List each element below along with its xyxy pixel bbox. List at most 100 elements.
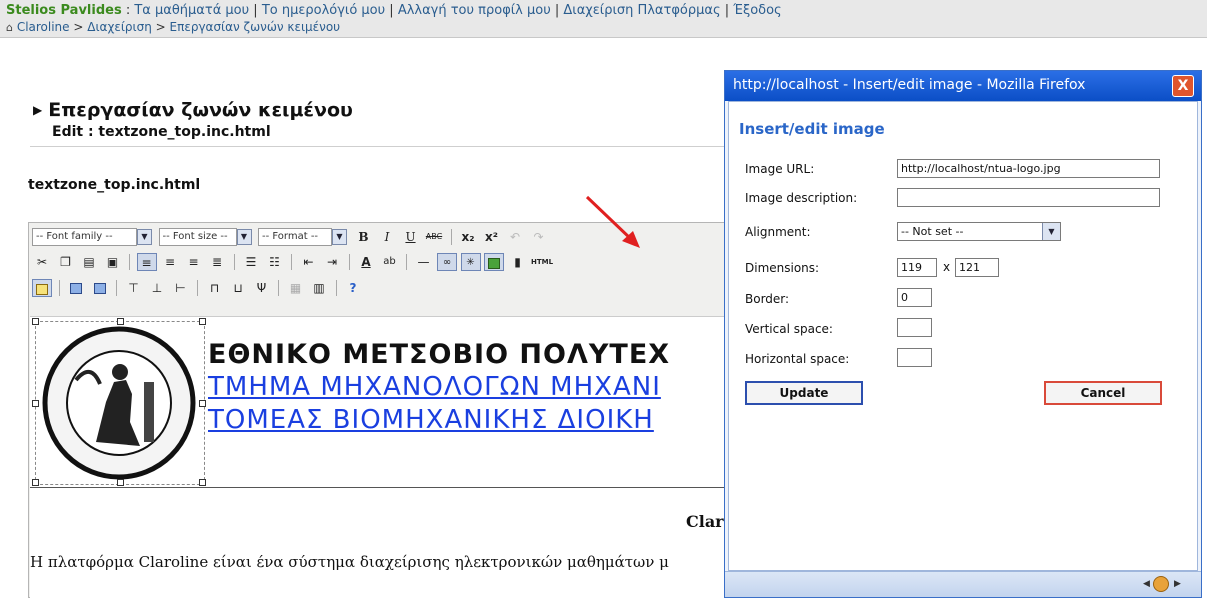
file-name: textzone_top.inc.html	[28, 177, 201, 193]
breadcrumb-admin[interactable]: Διαχείριση	[87, 20, 152, 34]
insert-col-after-icon[interactable]: ⊔	[228, 279, 248, 297]
align-center-button[interactable]: ≡	[160, 253, 180, 271]
superscript-button[interactable]: x²	[482, 228, 502, 246]
heading-department-link[interactable]: ΤΜΗΜΑ ΜΗΧΑΝΟΛΟΓΩΝ ΜΗΧΑΝΙ	[208, 372, 661, 402]
bold-button[interactable]: B	[354, 228, 374, 246]
bullet-list-button[interactable]: ☰	[241, 253, 261, 271]
font-family-dropdown[interactable]: ▼	[137, 229, 152, 245]
horizontal-space-label: Horizontal space:	[745, 352, 850, 366]
link-platform-admin[interactable]: Διαχείριση Πλατφόρμας	[563, 3, 720, 18]
insert-col-before-icon[interactable]: ⊓	[205, 279, 225, 297]
status-music-icon	[1153, 576, 1169, 592]
table-icon[interactable]	[66, 279, 86, 297]
align-right-button[interactable]: ≡	[184, 253, 204, 271]
breadcrumb: ⌂ Claroline > Διαχείριση > Επεργασίαν ζω…	[6, 20, 341, 34]
cancel-button[interactable]: Cancel	[1044, 381, 1162, 405]
resize-handle[interactable]	[199, 318, 206, 325]
numbered-list-button[interactable]: ☷	[265, 253, 285, 271]
user-links: Stelios Pavlides : Τα μαθήματά μου | Το …	[6, 3, 782, 18]
border-input[interactable]: 0	[897, 288, 932, 307]
vertical-space-input[interactable]	[897, 318, 932, 337]
paste-word-icon[interactable]: ▣	[103, 253, 123, 271]
cut-icon[interactable]: ✂	[32, 253, 52, 271]
insert-row-after-icon[interactable]: ⊥	[147, 279, 167, 297]
help-icon[interactable]: ?	[343, 279, 363, 297]
format-dropdown[interactable]: ▼	[332, 229, 347, 245]
font-size-select[interactable]: -- Font size --	[158, 228, 237, 246]
horizontal-rule-button[interactable]: —	[414, 253, 434, 271]
unlink-icon[interactable]: ✳	[460, 253, 481, 271]
delete-row-icon[interactable]: ⊢	[171, 279, 191, 297]
chevron-down-icon[interactable]: ▼	[1042, 223, 1060, 240]
page-title: ▶ Επεργασίαν ζωνών κειμένου	[33, 99, 353, 121]
user-bar: Stelios Pavlides : Τα μαθήματά μου | Το …	[0, 0, 1207, 38]
media-icon[interactable]: ▮	[508, 253, 528, 271]
italic-button[interactable]: I	[377, 228, 397, 246]
dialog-window-title: http://localhost - Insert/edit image - M…	[733, 77, 1086, 93]
insert-row-before-icon[interactable]: ⊤	[124, 279, 144, 297]
edit-css-icon[interactable]	[32, 279, 52, 297]
merge-cells-icon[interactable]: ▥	[309, 279, 329, 297]
user-name: Stelios Pavlides	[6, 3, 122, 18]
breadcrumb-claroline[interactable]: Claroline	[17, 20, 70, 34]
highlight-color-button[interactable]: ab	[380, 253, 400, 271]
alignment-select[interactable]: -- Not set -- ▼	[897, 222, 1061, 241]
undo-button[interactable]: ↶	[505, 228, 525, 246]
resize-handle[interactable]	[32, 479, 39, 486]
dimensions-label: Dimensions:	[745, 261, 820, 275]
ntua-logo-icon	[42, 326, 196, 480]
underline-button[interactable]: U	[401, 228, 421, 246]
editor-content-area[interactable]: ΕΘΝΙΚΟ ΜΕΤΣΟΒΙΟ ΠΟΛΥΤΕΧ ΤΜΗΜΑ ΜΗΧΑΝΟΛΟΓΩ…	[30, 316, 746, 598]
alignment-label: Alignment:	[745, 225, 811, 239]
image-description-input[interactable]	[897, 188, 1160, 207]
dimensions-separator: x	[943, 260, 951, 274]
resize-handle[interactable]	[117, 479, 124, 486]
outdent-button[interactable]: ⇤	[299, 253, 319, 271]
resize-handle[interactable]	[199, 400, 206, 407]
image-url-input[interactable]: http://localhost/ntua-logo.jpg	[897, 159, 1160, 178]
link-my-calendar[interactable]: Το ημερολόγιό μου	[262, 3, 385, 18]
toolbar-row-2: ✂ ❐ ▤ ▣ ≡ ≡ ≡ ≣ ☰ ☷ ⇤ ⇥ A ab — ∞ ✳ ▮ HTM…	[32, 253, 553, 273]
intro-paragraph: Η πλατφόρμα Claroline είναι ένα σύστημα …	[30, 553, 669, 571]
html-source-button[interactable]: HTML	[531, 253, 553, 271]
paste-icon[interactable]: ▤	[79, 253, 99, 271]
link-my-profile[interactable]: Αλλαγή του προφίλ μου	[398, 3, 551, 18]
resize-handle[interactable]	[32, 318, 39, 325]
triangle-icon: ▶	[33, 103, 43, 117]
subscript-button[interactable]: x₂	[458, 228, 478, 246]
height-input[interactable]: 121	[955, 258, 999, 277]
dialog-titlebar[interactable]: http://localhost - Insert/edit image - M…	[725, 71, 1201, 101]
link-logout[interactable]: Έξοδος	[733, 3, 781, 18]
indent-button[interactable]: ⇥	[322, 253, 342, 271]
font-size-dropdown[interactable]: ▼	[236, 229, 252, 245]
horizontal-space-input[interactable]	[897, 348, 932, 367]
divider	[30, 487, 746, 488]
strikethrough-button[interactable]: ABC	[424, 228, 444, 246]
heading-university: ΕΘΝΙΚΟ ΜΕΤΣΟΒΙΟ ΠΟΛΥΤΕΧ	[208, 339, 671, 370]
insert-image-icon[interactable]	[484, 253, 504, 271]
resize-handle[interactable]	[32, 400, 39, 407]
align-justify-button[interactable]: ≣	[207, 253, 227, 271]
format-select[interactable]: -- Format --	[258, 228, 332, 246]
heading-sector-link[interactable]: ΤΟΜΕΑΣ ΒΙΟΜΗΧΑΝΙΚΗΣ ΔΙΟΙΚΗ	[208, 405, 654, 435]
close-button[interactable]: X	[1172, 75, 1194, 97]
width-input[interactable]: 119	[897, 258, 937, 277]
delete-col-icon[interactable]: Ψ	[252, 279, 272, 297]
copy-icon[interactable]: ❐	[56, 253, 76, 271]
font-family-select[interactable]: -- Font family --	[32, 228, 137, 246]
vertical-space-label: Vertical space:	[745, 322, 833, 336]
link-icon[interactable]: ∞	[437, 253, 457, 271]
update-button[interactable]: Update	[745, 381, 863, 405]
page-subtitle: Edit : textzone_top.inc.html	[52, 124, 271, 140]
text-color-button[interactable]: A	[356, 253, 376, 271]
selected-image[interactable]	[32, 318, 206, 486]
resize-handle[interactable]	[199, 479, 206, 486]
resize-handle[interactable]	[117, 318, 124, 325]
dialog-body: Insert/edit image Image URL: http://loca…	[728, 101, 1198, 571]
split-cells-icon[interactable]: ▦	[286, 279, 306, 297]
redo-button[interactable]: ↷	[529, 228, 549, 246]
breadcrumb-textzones[interactable]: Επεργασίαν ζωνών κειμένου	[170, 20, 341, 34]
link-my-courses[interactable]: Τα μαθήματά μου	[134, 3, 249, 18]
table-props-icon[interactable]	[90, 279, 110, 297]
align-left-button[interactable]: ≡	[136, 253, 157, 271]
